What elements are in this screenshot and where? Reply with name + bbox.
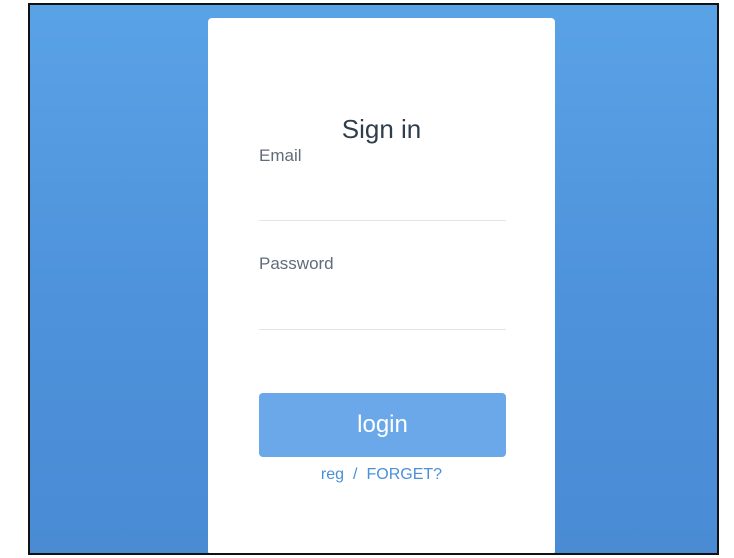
login-button[interactable]: login [259,393,506,457]
login-card: Sign in Email Password login reg / FORGET? [208,18,555,553]
forget-password-link[interactable]: FORGET? [367,466,443,483]
login-page-background: Sign in Email Password login reg / FORGET? [28,3,719,555]
page-title: Sign in [341,114,422,144]
password-label: Password [259,254,334,273]
auth-links: reg / FORGET? [208,466,555,484]
password-input[interactable] [259,299,506,330]
email-label: Email [259,146,302,165]
email-input[interactable] [259,190,506,221]
register-link[interactable]: reg [321,466,344,483]
link-separator: / [353,466,358,483]
